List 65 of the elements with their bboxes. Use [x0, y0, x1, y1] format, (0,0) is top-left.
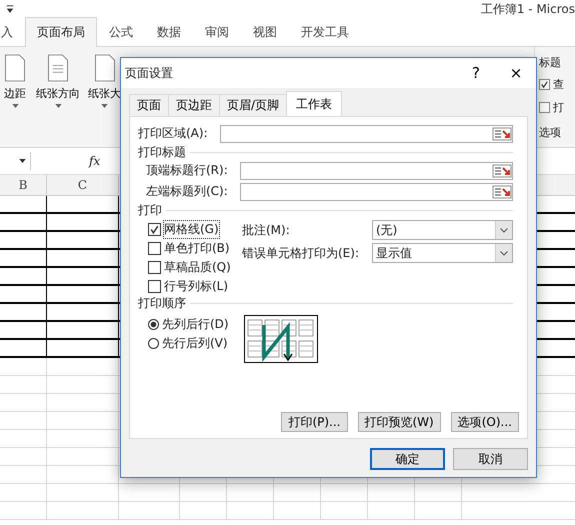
checkbox-label: 网格线(G) [164, 220, 219, 238]
checkbox[interactable] [148, 222, 161, 236]
dropdown[interactable]: (无) [372, 220, 513, 240]
dropdown[interactable]: 显示值 [372, 243, 513, 263]
ribbon-tab[interactable]: 公式 [97, 17, 145, 47]
field-label: 打印区域(A): [138, 125, 209, 142]
ribbon-tab[interactable]: 审阅 [193, 17, 241, 47]
dialog-title: 页面设置 [125, 64, 174, 82]
ribbon-tab[interactable]: 视图 [241, 17, 289, 47]
customize-quick-access-icon[interactable] [6, 4, 14, 14]
cancel-button[interactable]: 取消 [453, 448, 528, 470]
radio-label: 先列后行(D) [162, 316, 229, 332]
window-title: 工作簿1 - Micros [480, 0, 575, 18]
radio-label: 先行后列(V) [162, 334, 228, 352]
dialog-tab[interactable]: 工作表 [286, 91, 342, 116]
field-label: 左端标题列(C): [146, 183, 229, 200]
chevron-down-icon [500, 250, 508, 256]
column-header[interactable]: B [0, 175, 47, 195]
group-label: 选项 [539, 125, 562, 140]
dialog-button[interactable]: 打印预览(W) [358, 412, 441, 432]
checkbox[interactable] [539, 78, 550, 90]
checkbox[interactable] [148, 280, 161, 292]
dialog-button[interactable]: 打印(P)... [281, 412, 348, 432]
section-heading: 打印 [138, 202, 162, 218]
checkbox-label: 单色打印(B) [164, 240, 230, 256]
fx-label[interactable]: fx [89, 154, 100, 168]
ribbon-tab[interactable]: 数据 [145, 17, 193, 47]
section-heading: 打印顺序 [138, 294, 186, 312]
title-range-field[interactable] [240, 182, 513, 200]
checkbox[interactable] [539, 102, 550, 112]
ribbon-button[interactable]: 纸张方向 [34, 53, 82, 117]
title-range-field[interactable] [240, 162, 513, 180]
checkbox-label: 打 [553, 100, 564, 114]
dialog-button[interactable]: 选项(O)... [450, 412, 519, 432]
print-area-field[interactable] [220, 124, 513, 142]
group-title: 标题 [539, 55, 562, 70]
range-select-icon[interactable] [492, 126, 512, 140]
ribbon-tab[interactable]: 页面布局 [25, 17, 97, 47]
page-icon [45, 53, 71, 83]
dropdown-arrow-icon [54, 104, 62, 108]
help-button[interactable]: ? [456, 59, 496, 87]
range-select-icon[interactable] [492, 164, 512, 178]
column-header[interactable]: C [47, 175, 119, 195]
close-button[interactable]: × [496, 59, 536, 87]
dropdown-arrow-icon [101, 104, 108, 108]
field-label: 批注(M): [242, 222, 291, 238]
section-heading: 打印标题 [138, 144, 186, 160]
field-label: 顶端标题行(R): [146, 162, 229, 179]
ribbon-button[interactable]: 纸张大 [86, 53, 123, 117]
ribbon-button[interactable]: 边距 [0, 53, 30, 117]
checkbox[interactable] [148, 242, 161, 254]
field-label: 错误单元格打印为(E): [242, 244, 360, 262]
checkbox-label: 查 [553, 76, 564, 92]
checkbox-label: 行号列标(L) [164, 278, 228, 294]
chevron-down-icon [500, 228, 508, 232]
ribbon-tab[interactable]: 开发工具 [289, 17, 361, 47]
dialog-tab[interactable]: 页面 [129, 94, 169, 116]
checkbox[interactable] [148, 260, 161, 274]
checkbox-label: 草稿品质(Q) [164, 258, 231, 276]
range-select-icon[interactable] [492, 184, 512, 198]
dropdown-arrow-icon [12, 104, 18, 108]
ribbon-tab[interactable]: 入 [0, 17, 25, 47]
radio-button[interactable] [148, 338, 159, 348]
ok-button[interactable]: 确定 [370, 448, 445, 470]
radio-button[interactable] [148, 318, 159, 330]
